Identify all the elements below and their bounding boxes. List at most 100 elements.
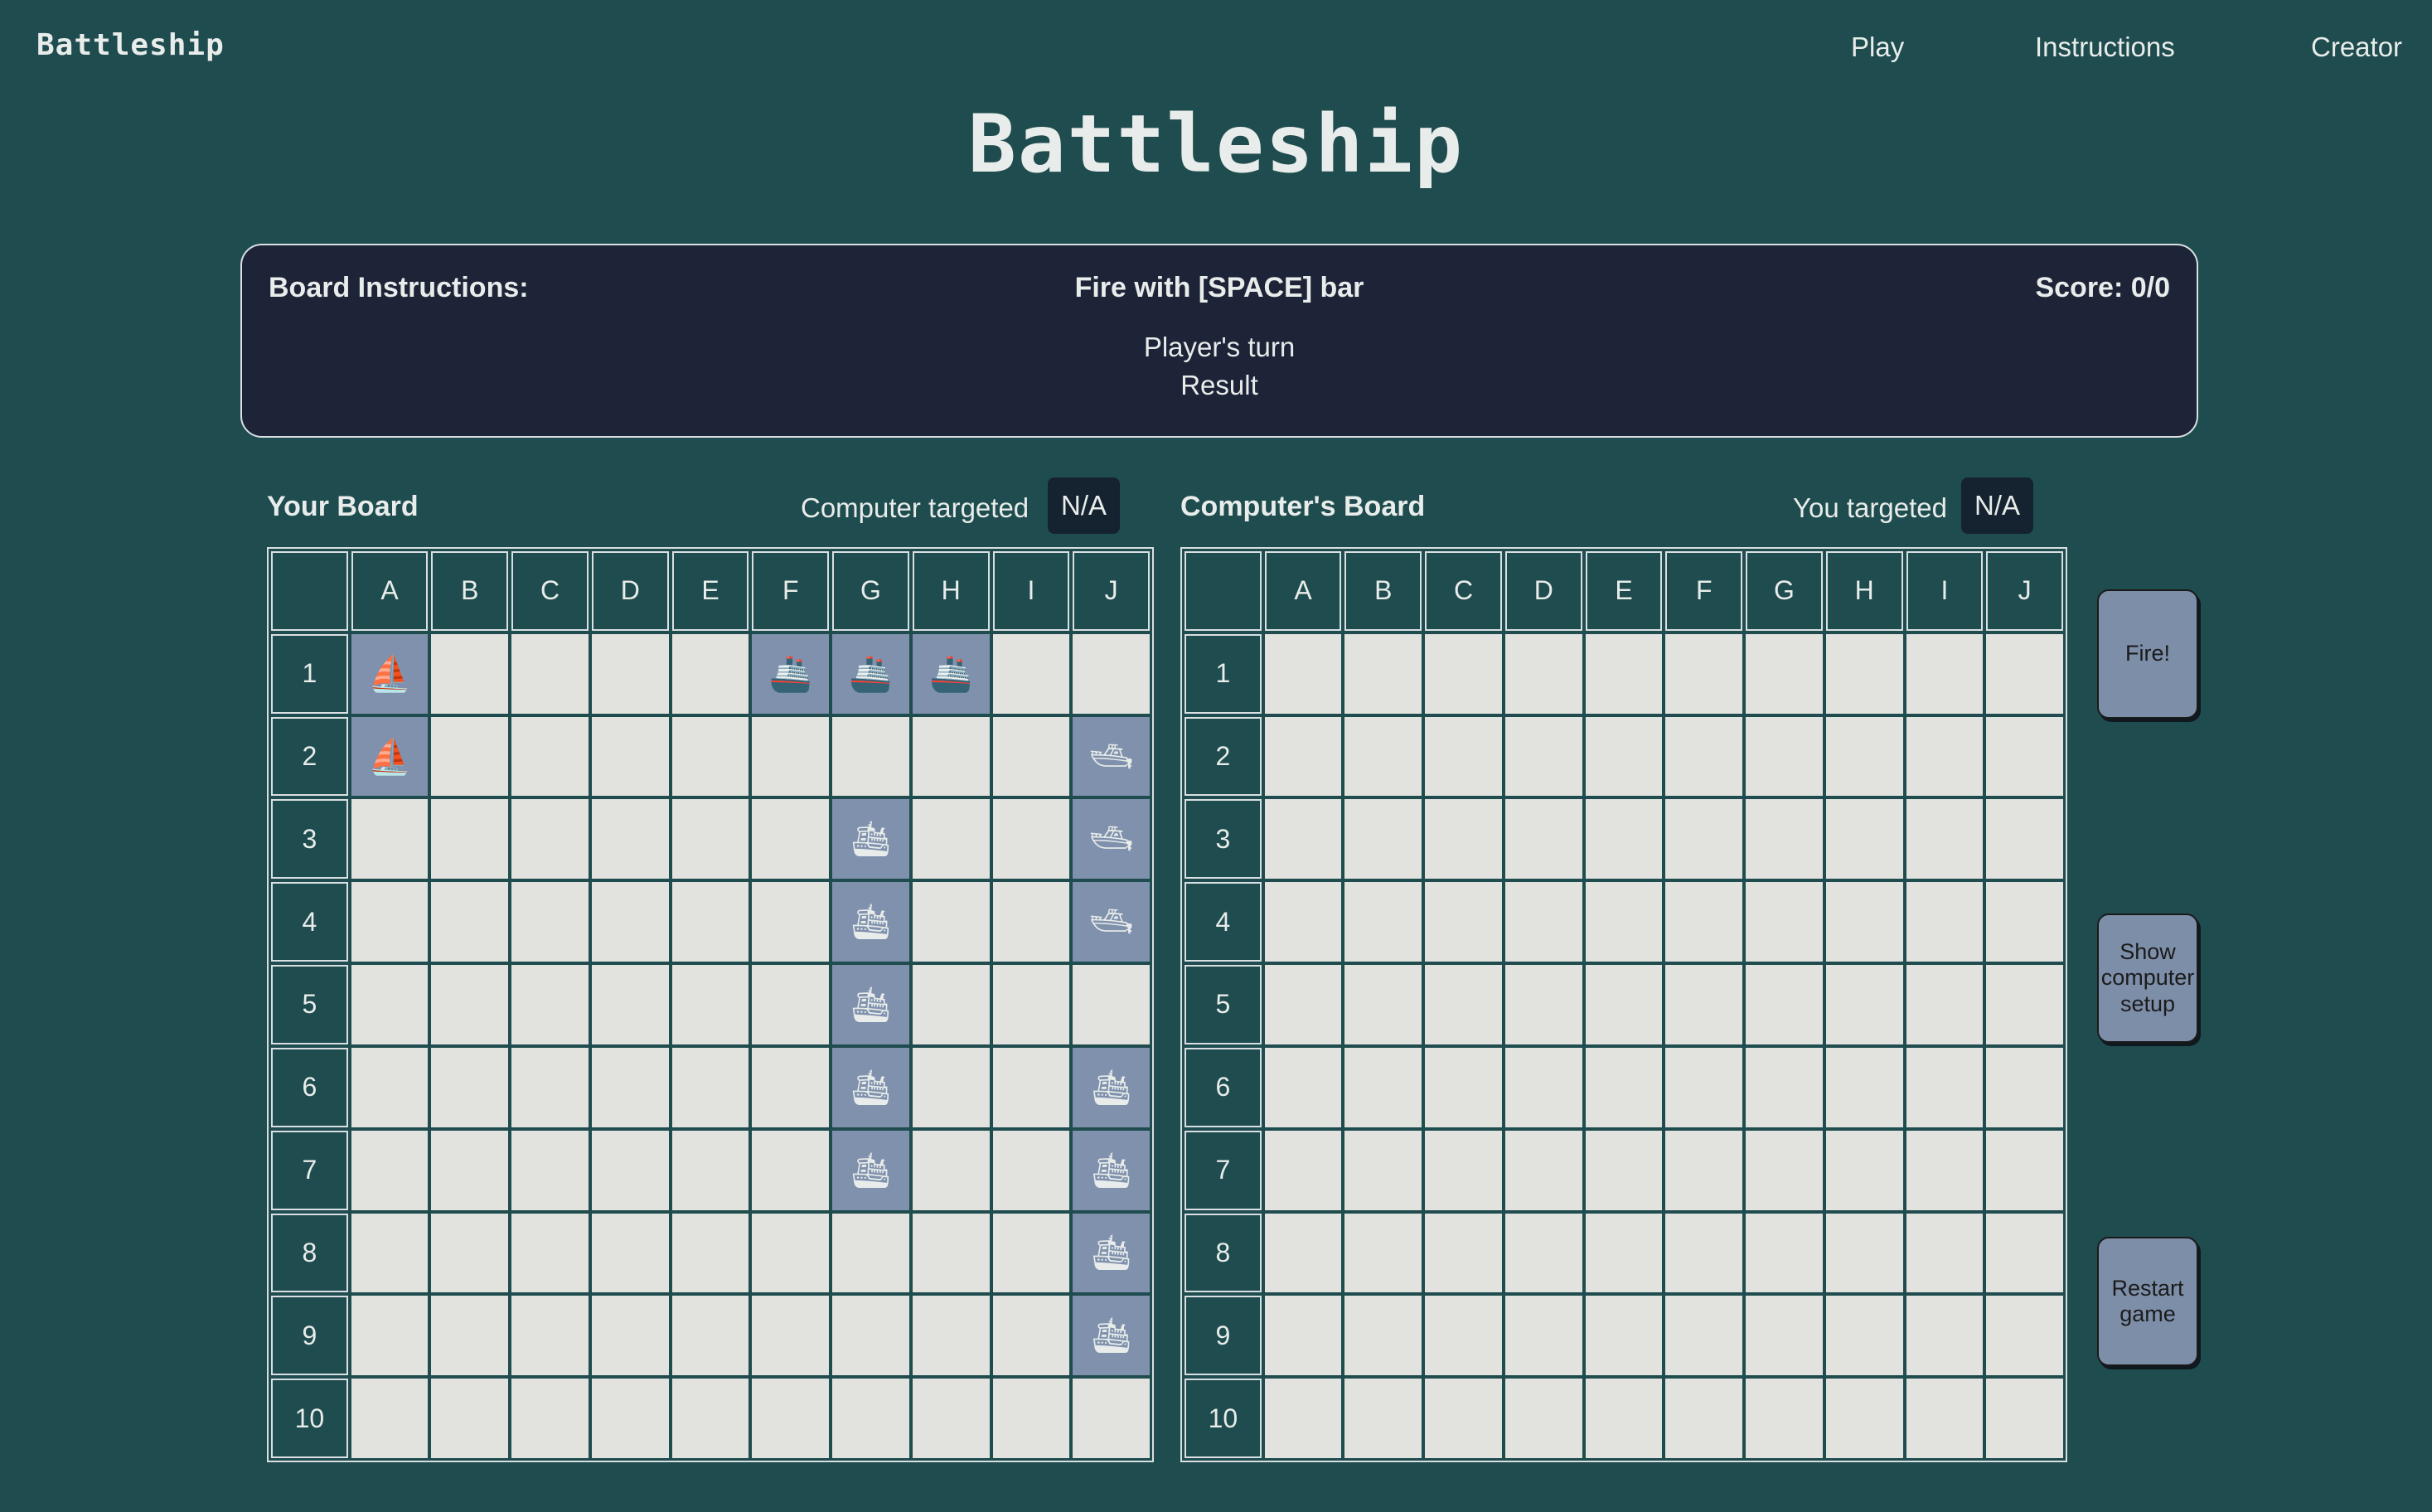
computer-water-cell[interactable] xyxy=(1665,1296,1743,1376)
player-water-cell[interactable] xyxy=(992,1213,1070,1293)
computer-water-cell[interactable] xyxy=(1264,1047,1342,1127)
player-water-cell[interactable] xyxy=(992,965,1070,1044)
computer-water-cell[interactable] xyxy=(1344,965,1422,1044)
computer-water-cell[interactable] xyxy=(1344,716,1422,797)
computer-water-cell[interactable] xyxy=(1264,799,1342,880)
computer-water-cell[interactable] xyxy=(1585,882,1663,962)
nav-link-instructions[interactable]: Instructions xyxy=(2035,32,2175,63)
computer-water-cell[interactable] xyxy=(1986,716,2063,797)
computer-water-cell[interactable] xyxy=(1264,965,1342,1044)
player-water-cell[interactable] xyxy=(351,799,429,880)
computer-water-cell[interactable] xyxy=(1986,1130,2063,1210)
computer-water-cell[interactable] xyxy=(1425,799,1502,880)
player-water-cell[interactable] xyxy=(591,965,669,1044)
computer-water-cell[interactable] xyxy=(1264,1296,1342,1376)
player-water-cell[interactable] xyxy=(511,1130,589,1210)
player-water-cell[interactable] xyxy=(832,1213,909,1293)
player-water-cell[interactable] xyxy=(431,1379,509,1458)
computer-water-cell[interactable] xyxy=(1825,1130,1903,1210)
player-water-cell[interactable] xyxy=(992,1379,1070,1458)
computer-water-cell[interactable] xyxy=(1825,1379,1903,1458)
player-ship-cell[interactable]: 🛳 xyxy=(832,965,909,1044)
player-ship-cell[interactable]: 🛳 xyxy=(1073,1213,1150,1293)
player-ship-cell[interactable]: 🚢 xyxy=(752,633,830,714)
player-water-cell[interactable] xyxy=(752,799,830,880)
player-water-cell[interactable] xyxy=(431,1296,509,1376)
player-water-cell[interactable] xyxy=(671,1130,749,1210)
player-water-cell[interactable] xyxy=(351,1047,429,1127)
player-water-cell[interactable] xyxy=(431,965,509,1044)
computer-water-cell[interactable] xyxy=(1264,882,1342,962)
computer-water-cell[interactable] xyxy=(1746,799,1823,880)
computer-water-cell[interactable] xyxy=(1665,1379,1743,1458)
computer-water-cell[interactable] xyxy=(1986,965,2063,1044)
computer-water-cell[interactable] xyxy=(1986,1379,2063,1458)
player-water-cell[interactable] xyxy=(431,1213,509,1293)
computer-water-cell[interactable] xyxy=(1264,716,1342,797)
computer-water-cell[interactable] xyxy=(1986,1213,2063,1293)
player-water-cell[interactable] xyxy=(431,882,509,962)
player-water-cell[interactable] xyxy=(912,882,990,962)
player-water-cell[interactable] xyxy=(912,1130,990,1210)
player-ship-cell[interactable]: 🚢 xyxy=(832,633,909,714)
computer-water-cell[interactable] xyxy=(1504,633,1582,714)
player-water-cell[interactable] xyxy=(591,799,669,880)
player-water-cell[interactable] xyxy=(1073,1379,1150,1458)
player-water-cell[interactable] xyxy=(511,1047,589,1127)
computer-water-cell[interactable] xyxy=(1906,1047,1984,1127)
computer-water-cell[interactable] xyxy=(1504,965,1582,1044)
player-ship-cell[interactable]: 🛥 xyxy=(1073,799,1150,880)
player-water-cell[interactable] xyxy=(431,799,509,880)
player-water-cell[interactable] xyxy=(912,1213,990,1293)
player-water-cell[interactable] xyxy=(992,882,1070,962)
computer-water-cell[interactable] xyxy=(1585,1296,1663,1376)
player-water-cell[interactable] xyxy=(752,1213,830,1293)
player-ship-cell[interactable]: 🛥 xyxy=(1073,716,1150,797)
computer-water-cell[interactable] xyxy=(1746,1130,1823,1210)
player-water-cell[interactable] xyxy=(752,716,830,797)
player-ship-cell[interactable]: 🛳 xyxy=(832,1047,909,1127)
player-water-cell[interactable] xyxy=(591,716,669,797)
computer-water-cell[interactable] xyxy=(1585,1379,1663,1458)
computer-water-cell[interactable] xyxy=(1585,1047,1663,1127)
computer-water-cell[interactable] xyxy=(1906,1213,1984,1293)
player-water-cell[interactable] xyxy=(351,1213,429,1293)
player-water-cell[interactable] xyxy=(832,1296,909,1376)
computer-water-cell[interactable] xyxy=(1986,882,2063,962)
player-ship-cell[interactable]: 🛳 xyxy=(1073,1047,1150,1127)
computer-water-cell[interactable] xyxy=(1585,799,1663,880)
player-ship-cell[interactable]: 🛳 xyxy=(832,882,909,962)
player-water-cell[interactable] xyxy=(992,799,1070,880)
computer-water-cell[interactable] xyxy=(1665,1130,1743,1210)
nav-link-play[interactable]: Play xyxy=(1851,32,1904,63)
player-water-cell[interactable] xyxy=(752,1296,830,1376)
player-water-cell[interactable] xyxy=(912,1047,990,1127)
player-water-cell[interactable] xyxy=(511,1213,589,1293)
computer-water-cell[interactable] xyxy=(1665,965,1743,1044)
player-water-cell[interactable] xyxy=(671,633,749,714)
player-water-cell[interactable] xyxy=(992,633,1070,714)
player-water-cell[interactable] xyxy=(752,882,830,962)
player-water-cell[interactable] xyxy=(351,1130,429,1210)
player-water-cell[interactable] xyxy=(671,1296,749,1376)
computer-water-cell[interactable] xyxy=(1504,1296,1582,1376)
computer-water-cell[interactable] xyxy=(1665,799,1743,880)
computer-water-cell[interactable] xyxy=(1906,633,1984,714)
computer-water-cell[interactable] xyxy=(1344,633,1422,714)
computer-water-cell[interactable] xyxy=(1906,965,1984,1044)
player-water-cell[interactable] xyxy=(351,1379,429,1458)
computer-water-cell[interactable] xyxy=(1906,882,1984,962)
player-ship-cell[interactable]: ⛵ xyxy=(351,716,429,797)
nav-brand[interactable]: Battleship xyxy=(36,28,225,62)
computer-water-cell[interactable] xyxy=(1585,633,1663,714)
computer-water-cell[interactable] xyxy=(1746,1047,1823,1127)
computer-water-cell[interactable] xyxy=(1504,1379,1582,1458)
player-water-cell[interactable] xyxy=(431,1047,509,1127)
player-water-cell[interactable] xyxy=(591,1130,669,1210)
player-water-cell[interactable] xyxy=(511,1296,589,1376)
computer-water-cell[interactable] xyxy=(1425,1296,1502,1376)
computer-water-cell[interactable] xyxy=(1906,1296,1984,1376)
computer-water-cell[interactable] xyxy=(1825,799,1903,880)
player-ship-cell[interactable]: 🛳 xyxy=(1073,1130,1150,1210)
computer-water-cell[interactable] xyxy=(1825,633,1903,714)
